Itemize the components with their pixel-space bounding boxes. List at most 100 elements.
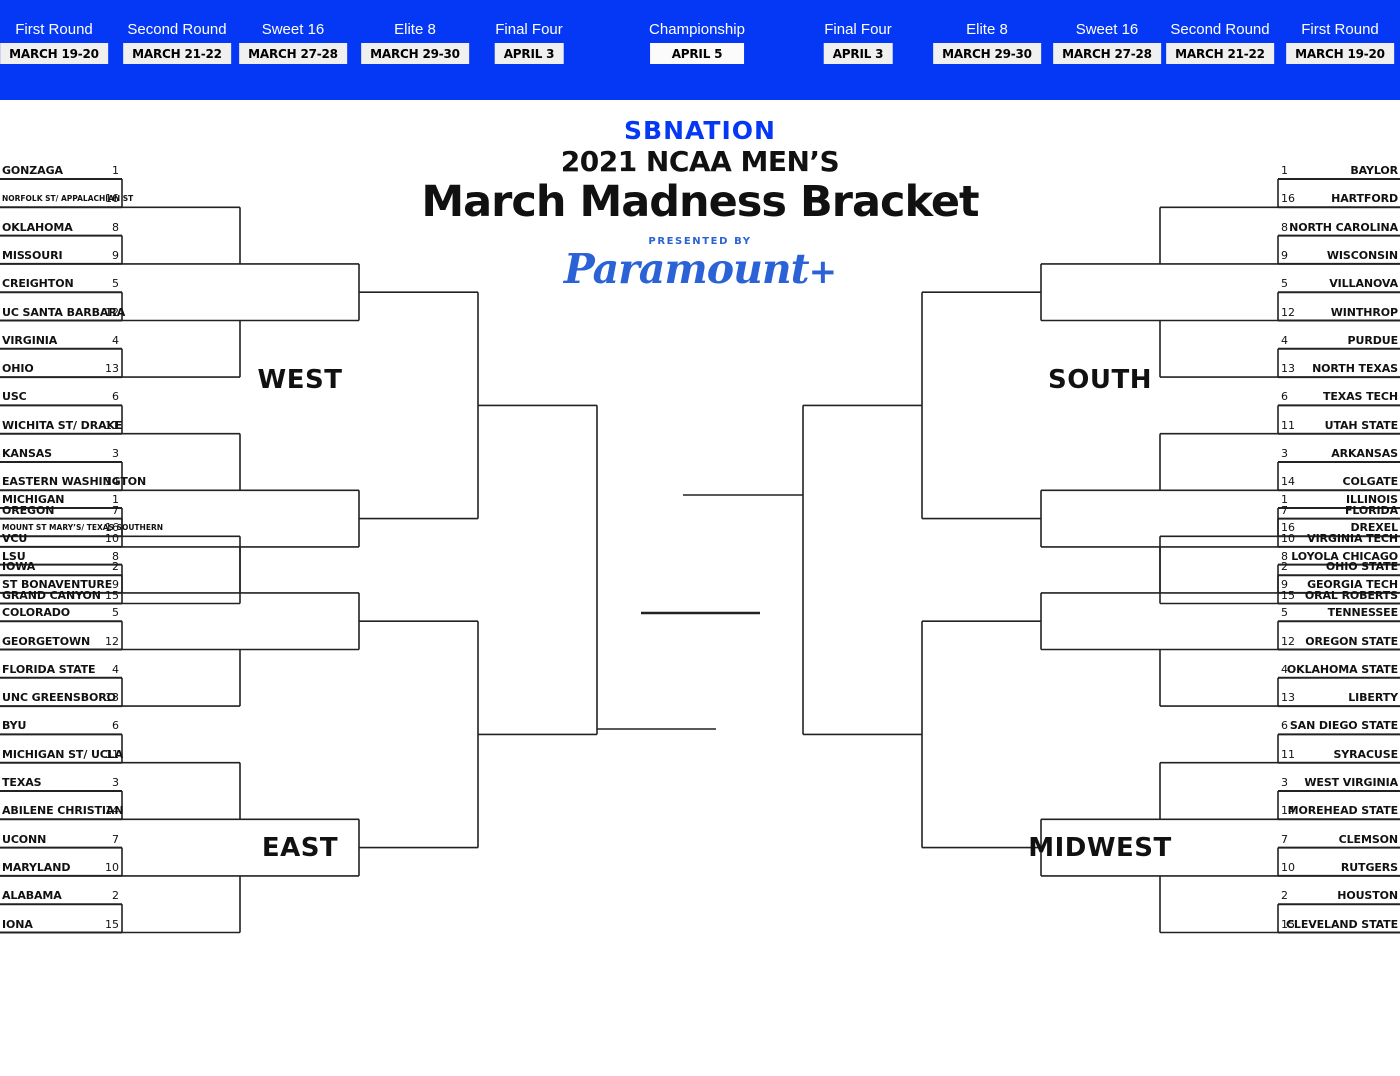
team-slot[interactable]: BAYLOR 1 (1278, 155, 1400, 179)
team-slot[interactable]: UTAH STATE 11 (1278, 410, 1400, 434)
round-date-badge: MARCH 19-20 (0, 43, 108, 64)
team-seed: 15 (1281, 917, 1295, 931)
team-seed: 4 (112, 662, 119, 676)
team-seed: 4 (1281, 662, 1288, 676)
team-slot[interactable]: HOUSTON 2 (1278, 880, 1400, 904)
team-name: KANSAS (2, 447, 53, 460)
team-slot[interactable]: USC 6 (0, 381, 122, 405)
team-name: UNC GREENSBORO (2, 691, 116, 705)
team-name: NORTH TEXAS (1312, 362, 1398, 376)
team-slot[interactable]: MISSOURI 9 (0, 240, 122, 264)
team-slot[interactable]: TENNESSEE 5 (1278, 597, 1400, 621)
team-slot[interactable]: DREXEL 16 (1278, 512, 1400, 536)
team-name: BYU (2, 719, 27, 733)
team-slot[interactable]: NORTH TEXAS 13 (1278, 353, 1400, 377)
team-slot[interactable]: GEORGIA TECH 9 (1278, 569, 1400, 593)
team-seed: 1 (1281, 493, 1288, 506)
team-slot[interactable]: COLORADO 5 (0, 597, 122, 621)
team-name: NORTH CAROLINA (1289, 220, 1398, 234)
team-slot[interactable]: KANSAS 3 (0, 438, 122, 462)
team-slot[interactable]: OKLAHOMA 8 (0, 212, 122, 236)
team-slot[interactable]: ALABAMA 2 (0, 880, 122, 904)
team-slot[interactable]: WEST VIRGINIA 3 (1278, 767, 1400, 791)
round-date-badge: MARCH 27-28 (1053, 43, 1161, 64)
team-slot[interactable]: OREGON STATE 12 (1278, 626, 1400, 650)
team-seed: 15 (105, 917, 119, 931)
team-seed: 10 (1281, 860, 1295, 874)
team-slot[interactable]: IONA 15 (0, 909, 122, 933)
team-slot[interactable]: GONZAGA 1 (0, 155, 122, 179)
team-seed: 9 (1281, 248, 1288, 262)
team-seed: 11 (105, 747, 119, 761)
team-slot[interactable]: MICHIGAN ST/ UCLA 11 (0, 739, 123, 763)
team-name: TEXAS TECH (1322, 390, 1398, 404)
team-slot[interactable]: CREIGHTON 5 (0, 268, 122, 292)
team-slot[interactable]: UNC GREENSBORO 13 (0, 682, 122, 706)
team-slot[interactable]: ARKANSAS 3 (1278, 438, 1400, 462)
team-slot[interactable]: HARTFORD 16 (1278, 183, 1400, 207)
team-slot[interactable]: VIRGINIA 4 (0, 325, 122, 349)
round-name: Elite 8 (394, 21, 436, 38)
team-seed: 6 (112, 390, 119, 404)
team-name: OREGON STATE (1305, 634, 1398, 648)
team-slot[interactable]: GEORGETOWN 12 (0, 626, 122, 650)
team-seed: 2 (1281, 889, 1288, 903)
team-slot[interactable]: NORTH CAROLINA 8 (1278, 212, 1400, 236)
team-slot[interactable]: UCONN 7 (0, 824, 122, 848)
team-name: GEORGETOWN (2, 634, 91, 648)
team-seed: 2 (112, 889, 119, 903)
team-slot[interactable]: NORFOLK ST/ APPALACHIAN ST 16 (0, 183, 133, 207)
round-date-badge: MARCH 29-30 (361, 43, 469, 64)
round-date-badge: MARCH 21-22 (1166, 43, 1274, 64)
team-name: BAYLOR (1350, 164, 1398, 177)
round-header-4: Final Four APRIL 3 (494, 22, 564, 64)
team-slot[interactable]: WINTHROP 12 (1278, 297, 1400, 321)
team-name: CLEVELAND STATE (1285, 917, 1398, 931)
team-seed: 4 (1281, 333, 1288, 347)
round-name: Elite 8 (966, 21, 1008, 38)
team-slot[interactable]: FLORIDA STATE 4 (0, 654, 122, 678)
team-slot[interactable]: OKLAHOMA STATE 4 (1278, 654, 1400, 678)
team-name: OKLAHOMA STATE (1286, 662, 1398, 676)
team-slot[interactable]: VILLANOVA 5 (1278, 268, 1400, 292)
team-slot[interactable]: OHIO 13 (0, 353, 122, 377)
team-slot[interactable]: MICHIGAN 1 (0, 484, 122, 508)
team-slot[interactable]: UC SANTA BARBARA 12 (0, 297, 125, 321)
team-slot[interactable]: CLEMSON 7 (1278, 824, 1400, 848)
bracket-connector-lines (0, 178, 1400, 934)
team-name: DREXEL (1350, 521, 1398, 535)
team-seed: 12 (1281, 634, 1295, 648)
team-slot[interactable]: MOUNT ST MARY’S/ TEXAS SOUTHERN 16 (0, 512, 163, 536)
team-slot[interactable]: TEXAS 3 (0, 767, 122, 791)
team-slot[interactable]: SAN DIEGO STATE 6 (1278, 710, 1400, 734)
team-slot[interactable]: TEXAS TECH 6 (1278, 381, 1400, 405)
region-label-south: SOUTH (1048, 365, 1152, 395)
team-slot[interactable]: MARYLAND 10 (0, 852, 122, 876)
team-slot[interactable]: SYRACUSE 11 (1278, 739, 1400, 763)
team-slot[interactable]: ABILENE CHRISTIAN 14 (0, 795, 124, 819)
team-slot[interactable]: WICHITA ST/ DRAKE 11 (0, 410, 122, 434)
team-slot[interactable]: LOYOLA CHICAGO 8 (1278, 541, 1400, 565)
team-name: OKLAHOMA (2, 220, 73, 234)
team-seed: 4 (112, 333, 119, 347)
team-slot[interactable]: CLEVELAND STATE 15 (1278, 909, 1400, 933)
team-name: CREIGHTON (2, 277, 74, 291)
round-header-7: Elite 8 MARCH 29-30 (933, 22, 1041, 64)
team-name: LOYOLA CHICAGO (1291, 549, 1398, 563)
team-slot[interactable]: WISCONSIN 9 (1278, 240, 1400, 264)
team-slot[interactable]: PURDUE 4 (1278, 325, 1400, 349)
team-slot[interactable]: ST BONAVENTURE 9 (0, 569, 122, 593)
team-slot[interactable]: MOREHEAD STATE 14 (1278, 795, 1400, 819)
team-slot[interactable]: ILLINOIS 1 (1278, 484, 1400, 508)
team-name: TENNESSEE (1327, 606, 1399, 620)
team-seed: 3 (1281, 447, 1288, 460)
team-seed: 13 (1281, 691, 1295, 705)
team-name: CLEMSON (1338, 832, 1398, 846)
round-name: Second Round (1170, 21, 1270, 38)
team-slot[interactable]: RUTGERS 10 (1278, 852, 1400, 876)
team-slot[interactable]: LIBERTY 13 (1278, 682, 1400, 706)
team-slot[interactable]: LSU 8 (0, 541, 122, 565)
team-seed: 11 (1281, 418, 1295, 432)
team-seed: 5 (112, 277, 119, 291)
team-slot[interactable]: BYU 6 (0, 710, 122, 734)
